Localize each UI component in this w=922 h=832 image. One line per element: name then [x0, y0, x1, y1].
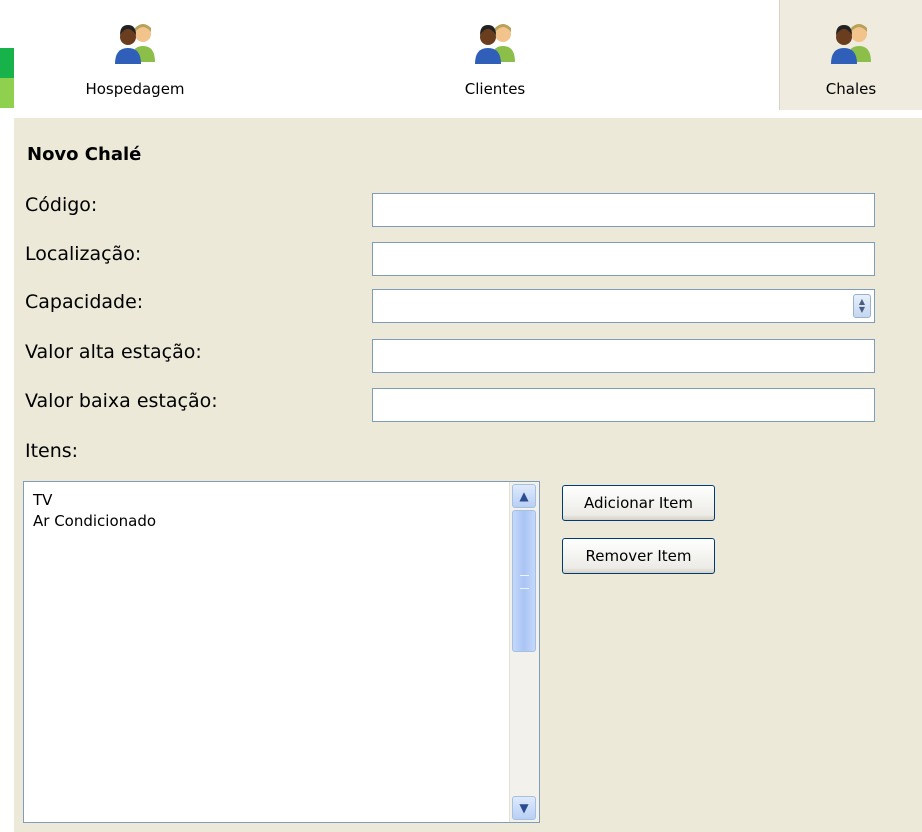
localizacao-label: Localização: [25, 243, 142, 265]
capacidade-spinner[interactable]: ▲ ▼ [372, 289, 875, 323]
tab-clientes[interactable]: Clientes [420, 0, 570, 110]
localizacao-field[interactable] [372, 242, 875, 276]
capacidade-label: Capacidade: [25, 291, 144, 313]
valor-baixa-field[interactable] [372, 388, 875, 422]
tab-hospedagem[interactable]: Hospedagem [60, 0, 210, 110]
users-icon [475, 24, 515, 64]
tab-chales[interactable]: Chales [779, 0, 922, 110]
itens-list: TV Ar Condicionado [33, 490, 156, 532]
tab-label: Clientes [464, 80, 526, 98]
tab-bar: Hospedagem Clientes Chales [0, 0, 922, 110]
users-icon [115, 24, 155, 64]
add-item-button[interactable]: Adicionar Item [562, 485, 715, 521]
valor-baixa-label: Valor baixa estação: [25, 390, 218, 412]
list-item[interactable]: TV [33, 490, 156, 511]
itens-listbox[interactable]: TV Ar Condicionado ▲ ▼ [23, 481, 540, 823]
vertical-scrollbar[interactable]: ▲ ▼ [509, 482, 539, 822]
chale-form-panel: Novo Chalé Código: Localização: Capacida… [14, 118, 922, 832]
tab-label: Hospedagem [85, 80, 185, 98]
side-accent [0, 48, 14, 78]
list-item[interactable]: Ar Condicionado [33, 511, 156, 532]
valor-alta-field[interactable] [372, 339, 875, 373]
users-icon [831, 24, 871, 64]
grip-icon [520, 575, 529, 589]
side-accent-light [0, 78, 14, 108]
valor-alta-label: Valor alta estação: [25, 341, 202, 363]
tab-label: Chales [825, 80, 877, 98]
form-title: Novo Chalé [27, 144, 142, 165]
scroll-up-icon[interactable]: ▲ [512, 484, 536, 508]
scroll-down-icon[interactable]: ▼ [512, 796, 536, 820]
itens-label: Itens: [25, 440, 79, 462]
remove-item-button[interactable]: Remover Item [562, 538, 715, 574]
codigo-field[interactable] [372, 193, 875, 227]
codigo-label: Código: [25, 194, 98, 216]
scrollbar-thumb[interactable] [512, 510, 536, 652]
spinner-arrows-icon[interactable]: ▲ ▼ [853, 294, 871, 318]
